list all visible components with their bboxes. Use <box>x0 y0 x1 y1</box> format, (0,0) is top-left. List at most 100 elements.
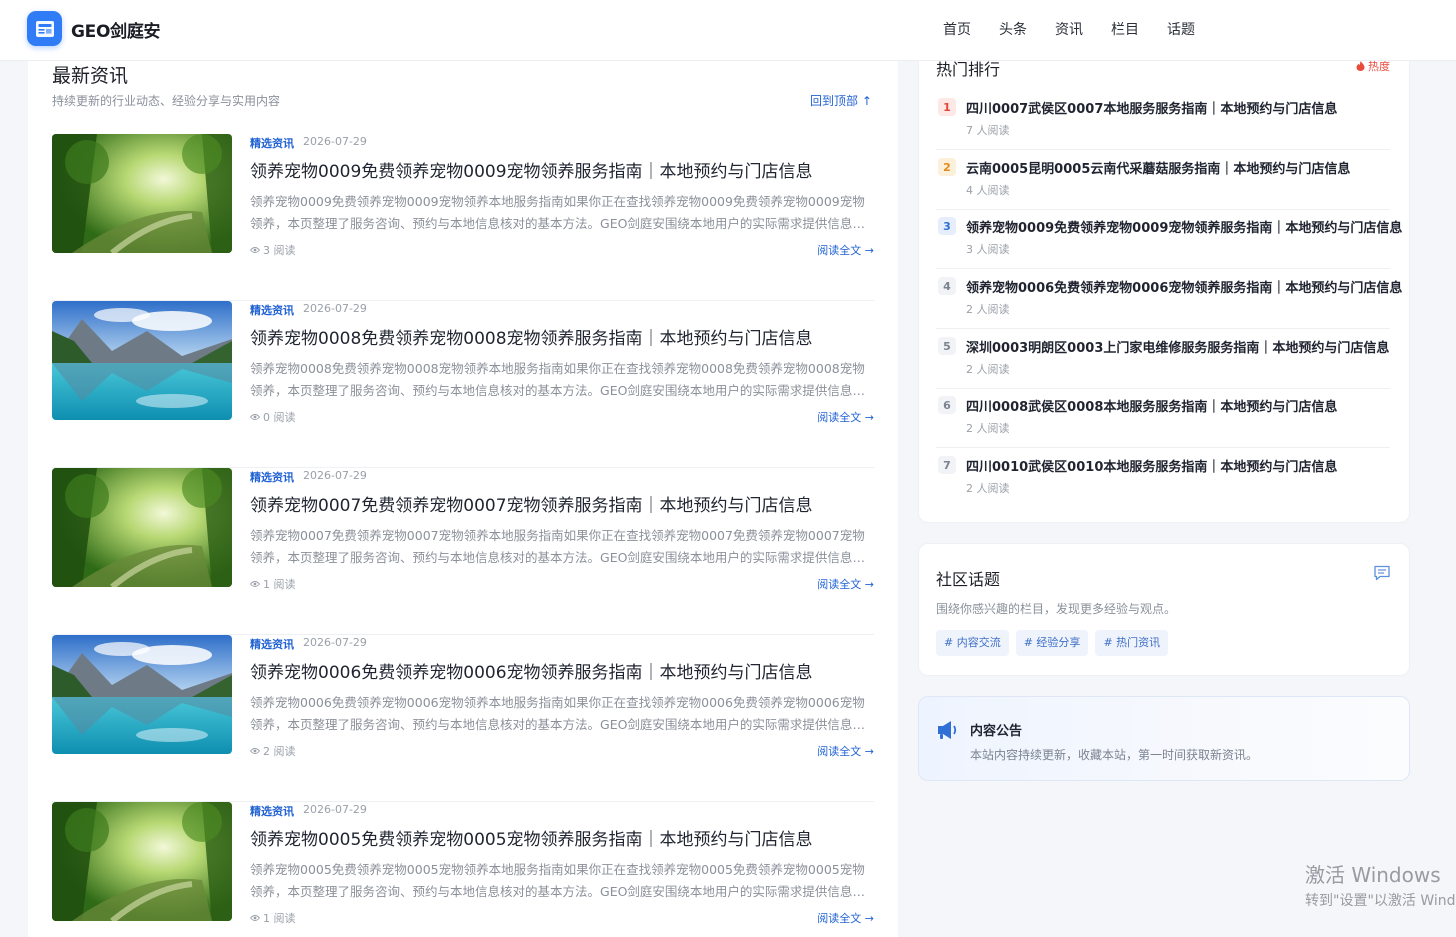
rank-item[interactable]: 2 云南0005昆明0005云南代采蘑菇服务指南｜本地预约与门店信息 4 人阅读 <box>936 150 1390 210</box>
article-views: 0 阅读 <box>250 409 296 425</box>
article-date: 2026-07-29 <box>303 469 367 482</box>
article-title[interactable]: 领养宠物0008免费领养宠物0008宠物领养服务指南｜本地预约与门店信息 <box>250 324 813 349</box>
section-subtitle: 持续更新的行业动态、经验分享与实用内容 <box>52 94 281 108</box>
eye-icon <box>250 414 260 420</box>
article-thumbnail-forest[interactable] <box>52 468 232 587</box>
article-views: 1 阅读 <box>250 576 296 592</box>
article-title[interactable]: 领养宠物0007免费领养宠物0007宠物领养服务指南｜本地预约与门店信息 <box>250 491 813 516</box>
article-views-count: 3 阅读 <box>263 244 296 257</box>
notice-title: 内容公告 <box>970 724 1023 739</box>
topic-tag[interactable]: # 经验分享 <box>1015 630 1089 656</box>
rank-views: 2 人阅读 <box>966 422 1010 435</box>
rank-title[interactable]: 四川0007武侯区0007本地服务服务指南｜本地预约与门店信息 <box>966 98 1337 117</box>
article-date: 2026-07-29 <box>303 302 367 315</box>
article-excerpt: 领养宠物0007免费领养宠物0007宠物领养本地服务指南如果你正在查找领养宠物0… <box>250 528 865 565</box>
rank-item[interactable]: 7 四川0010武侯区0010本地服务服务指南｜本地预约与门店信息 2 人阅读 <box>936 448 1390 508</box>
read-more-link[interactable]: 阅读全文 → <box>817 576 874 592</box>
rank-item[interactable]: 3 领养宠物0009免费领养宠物0009宠物领养服务指南｜本地预约与门店信息 3… <box>936 209 1402 269</box>
topic-tag[interactable]: # 内容交流 <box>936 630 1009 656</box>
rank-number: 1 <box>938 98 956 116</box>
rank-item[interactable]: 4 领养宠物0006免费领养宠物0006宠物领养服务指南｜本地预约与门店信息 2… <box>936 269 1402 329</box>
watermark-line-2: 转到"设置"以激活 Windows。 <box>1305 893 1456 909</box>
article-excerpt: 领养宠物0008免费领养宠物0008宠物领养本地服务指南如果你正在查找领养宠物0… <box>250 361 865 398</box>
article-item[interactable]: 精选资讯 2026-07-29 领养宠物0009免费领养宠物0009宠物领养服务… <box>52 134 874 301</box>
article-thumbnail-lake[interactable] <box>52 301 232 420</box>
rank-item[interactable]: 5 深圳0003明朗区0003上门家电维修服务服务指南｜本地预约与门店信息 2 … <box>936 329 1390 389</box>
article-item[interactable]: 精选资讯 2026-07-29 领养宠物0005免费领养宠物0005宠物领养服务… <box>52 802 874 937</box>
back-to-top-link[interactable]: 回到顶部 ↑ <box>810 92 872 109</box>
rank-views: 3 人阅读 <box>966 243 1010 256</box>
rank-views: 4 人阅读 <box>966 184 1010 197</box>
rank-views: 7 人阅读 <box>966 124 1010 137</box>
eye-icon <box>250 247 260 253</box>
read-more-link[interactable]: 阅读全文 → <box>817 242 874 258</box>
rank-number: 6 <box>938 396 956 414</box>
rank-number: 7 <box>938 456 956 474</box>
nav-item-home[interactable]: 首页 <box>943 19 971 39</box>
topic-tags: # 内容交流 # 经验分享 # 热门资讯 <box>936 630 1175 656</box>
windows-activation-watermark: 激活 Windows 转到"设置"以激活 Windows。 <box>1305 859 1456 910</box>
article-thumbnail-lake[interactable] <box>52 635 232 754</box>
rank-title[interactable]: 云南0005昆明0005云南代采蘑菇服务指南｜本地预约与门店信息 <box>966 158 1350 177</box>
rank-title[interactable]: 领养宠物0009免费领养宠物0009宠物领养服务指南｜本地预约与门店信息 <box>966 217 1402 236</box>
article-item[interactable]: 精选资讯 2026-07-29 领养宠物0006免费领养宠物0006宠物领养服务… <box>52 635 874 802</box>
eye-icon <box>250 915 260 921</box>
flame-icon <box>1356 61 1365 71</box>
nav-item-news[interactable]: 资讯 <box>1055 19 1083 39</box>
site-name[interactable]: GEO剑庭安 <box>71 17 161 42</box>
eye-icon <box>250 581 260 587</box>
article-thumbnail-forest[interactable] <box>52 134 232 253</box>
rank-item[interactable]: 6 四川0008武侯区0008本地服务服务指南｜本地预约与门店信息 2 人阅读 <box>936 388 1390 448</box>
watermark-line-1: 激活 Windows <box>1305 863 1441 887</box>
eye-icon <box>250 748 260 754</box>
article-date: 2026-07-29 <box>303 135 367 148</box>
rank-title[interactable]: 四川0010武侯区0010本地服务服务指南｜本地预约与门店信息 <box>966 456 1337 475</box>
read-more-link[interactable]: 阅读全文 → <box>817 409 874 425</box>
article-tag[interactable]: 精选资讯 <box>250 135 294 151</box>
nav-item-topics[interactable]: 话题 <box>1167 19 1195 39</box>
article-tag[interactable]: 精选资讯 <box>250 803 294 819</box>
article-views-count: 2 阅读 <box>263 745 296 758</box>
notice-text: 本站内容持续更新，收藏本站，第一时间获取新资讯。 <box>970 748 1259 762</box>
article-tag[interactable]: 精选资讯 <box>250 302 294 318</box>
nav-item-headlines[interactable]: 头条 <box>999 19 1027 39</box>
article-views-count: 1 阅读 <box>263 912 296 925</box>
article-tag[interactable]: 精选资讯 <box>250 636 294 652</box>
article-excerpt: 领养宠物0006免费领养宠物0006宠物领养本地服务指南如果你正在查找领养宠物0… <box>250 695 865 732</box>
community-topics-desc: 围绕你感兴趣的栏目，发现更多经验与观点。 <box>936 602 1177 616</box>
section-title: 最新资讯 <box>52 65 129 87</box>
rank-title[interactable]: 深圳0003明朗区0003上门家电维修服务服务指南｜本地预约与门店信息 <box>966 337 1389 356</box>
rank-number: 5 <box>938 337 956 355</box>
article-title[interactable]: 领养宠物0005免费领养宠物0005宠物领养服务指南｜本地预约与门店信息 <box>250 825 813 850</box>
topic-tag[interactable]: # 热门资讯 <box>1095 630 1169 656</box>
article-views-count: 1 阅读 <box>263 578 296 591</box>
article-item[interactable]: 精选资讯 2026-07-29 领养宠物0008免费领养宠物0008宠物领养服务… <box>52 301 874 468</box>
rank-views: 2 人阅读 <box>966 303 1010 316</box>
article-thumbnail-forest[interactable] <box>52 802 232 921</box>
rank-title[interactable]: 四川0008武侯区0008本地服务服务指南｜本地预约与门店信息 <box>966 396 1337 415</box>
top-header: GEO剑庭安 首页 头条 资讯 栏目 话题 <box>0 0 1456 61</box>
article-tag[interactable]: 精选资讯 <box>250 469 294 485</box>
article-title[interactable]: 领养宠物0009免费领养宠物0009宠物领养服务指南｜本地预约与门店信息 <box>250 157 813 182</box>
chat-icon[interactable] <box>1373 564 1391 582</box>
rank-views: 2 人阅读 <box>966 363 1010 376</box>
community-topics-title: 社区话题 <box>936 570 1001 589</box>
article-title[interactable]: 领养宠物0006免费领养宠物0006宠物领养服务指南｜本地预约与门店信息 <box>250 658 813 683</box>
article-views-count: 0 阅读 <box>263 411 296 424</box>
rank-number: 3 <box>938 217 956 235</box>
main-nav: 首页 头条 资讯 栏目 话题 <box>943 19 1223 39</box>
article-excerpt: 领养宠物0009免费领养宠物0009宠物领养本地服务指南如果你正在查找领养宠物0… <box>250 194 865 231</box>
rank-item[interactable]: 1 四川0007武侯区0007本地服务服务指南｜本地预约与门店信息 7 人阅读 <box>936 90 1390 150</box>
rank-views: 2 人阅读 <box>966 482 1010 495</box>
article-date: 2026-07-29 <box>303 803 367 816</box>
read-more-link[interactable]: 阅读全文 → <box>817 743 874 759</box>
article-excerpt: 领养宠物0005免费领养宠物0005宠物领养本地服务指南如果你正在查找领养宠物0… <box>250 862 865 899</box>
rank-title[interactable]: 领养宠物0006免费领养宠物0006宠物领养服务指南｜本地预约与门店信息 <box>966 277 1402 296</box>
nav-item-columns[interactable]: 栏目 <box>1111 19 1139 39</box>
article-date: 2026-07-29 <box>303 636 367 649</box>
megaphone-icon <box>938 721 957 739</box>
article-item[interactable]: 精选资讯 2026-07-29 领养宠物0007免费领养宠物0007宠物领养服务… <box>52 468 874 635</box>
article-views: 2 阅读 <box>250 743 296 759</box>
site-logo[interactable] <box>27 11 62 46</box>
read-more-link[interactable]: 阅读全文 → <box>817 910 874 926</box>
